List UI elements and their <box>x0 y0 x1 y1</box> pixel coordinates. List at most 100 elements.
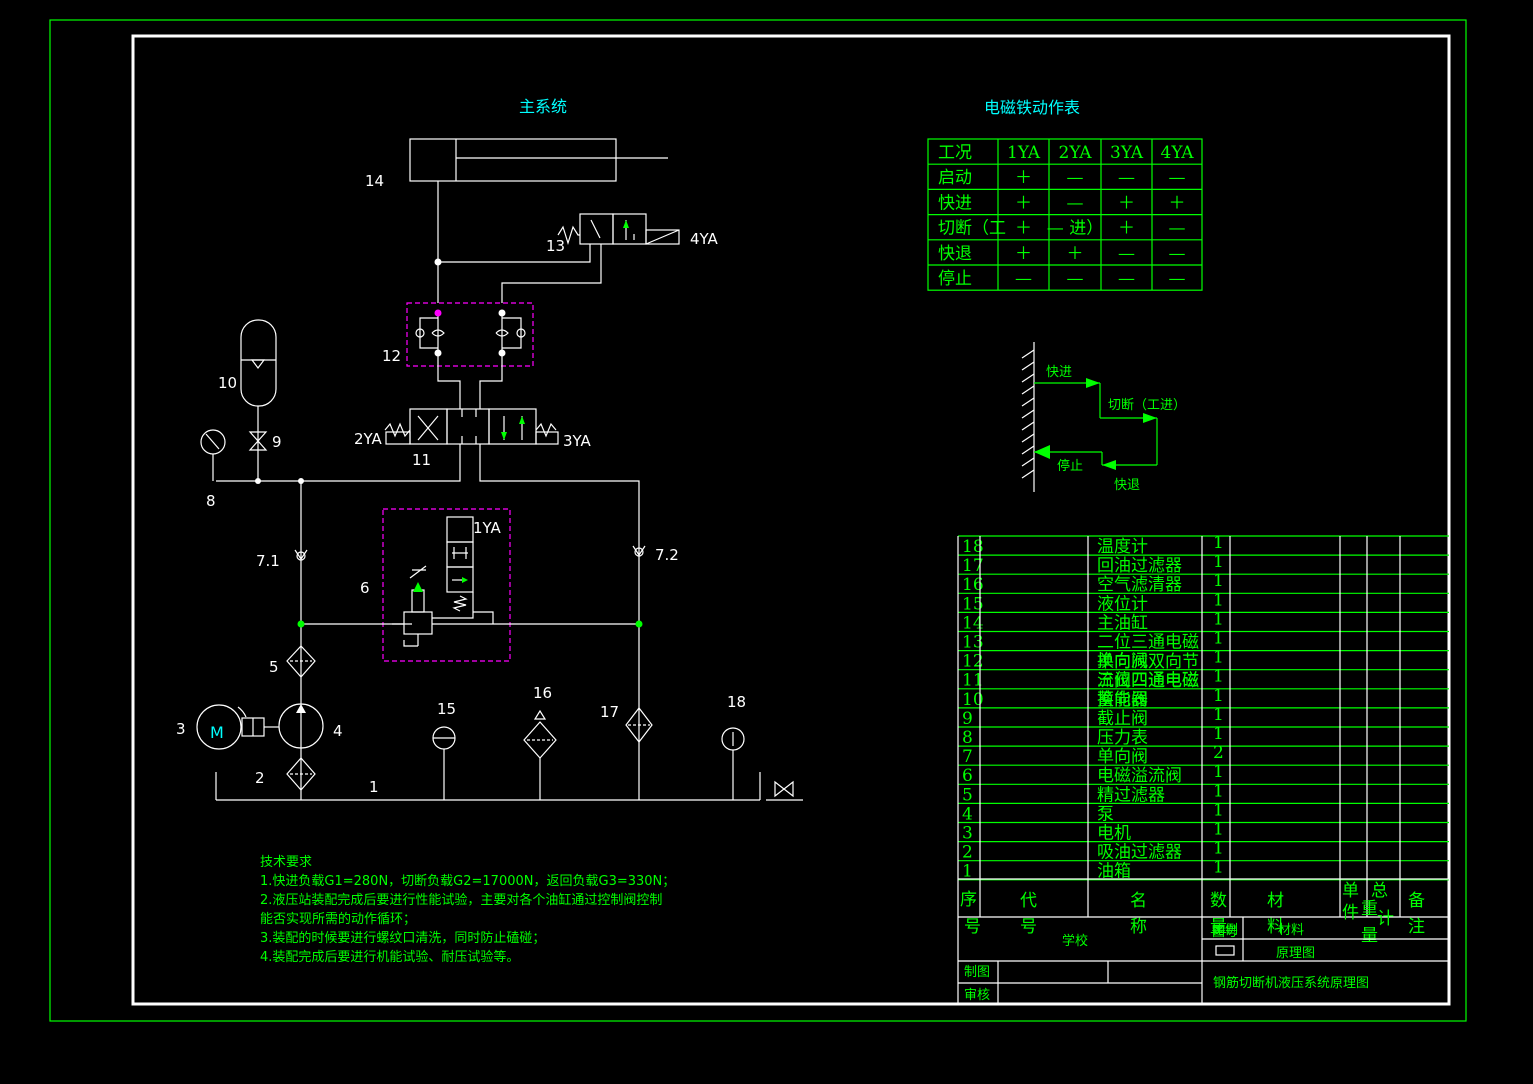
part-name: 截止阀 <box>1097 709 1148 729</box>
pressure-gauge <box>200 429 226 481</box>
thermometer <box>721 727 745 800</box>
tech-req-line-5: 4.装配完成后要进行机能试验、耐压试验等。 <box>260 949 519 965</box>
motor-symbol: M <box>210 723 224 742</box>
tech-req-line-1: 1.快进负载G1=280N，切断负载G2=17000N，返回负载G3=330N； <box>260 874 675 889</box>
solenoid-cell: ＋ <box>1067 244 1084 264</box>
solenoid-header-cell: 4YA <box>1161 143 1195 163</box>
hdr-remark2: 注 <box>1408 917 1425 937</box>
part-name: 精过滤器 <box>1097 785 1165 805</box>
part-name: 液位计 <box>1097 594 1148 614</box>
solenoid-cell: — <box>1067 168 1084 188</box>
part-qty: 1 <box>1213 533 1224 553</box>
hdr-code: 代 <box>1020 891 1037 911</box>
label-13: 13 <box>546 237 565 255</box>
part-name: 温度计 <box>1097 537 1148 557</box>
part-qty: 1 <box>1213 571 1224 591</box>
hydraulic-schematic-drawing: 主系统 14 13 4YA 12 2YA 11 3YA 10 9 8 7.1 7… <box>49 19 1467 1022</box>
part-qty: 1 <box>1213 800 1224 820</box>
solenoid-header-cell: 工况 <box>938 143 972 163</box>
material-label: 材料 <box>1278 923 1304 938</box>
hdr-seq: 序 <box>960 890 977 910</box>
solenoid-cell: ＋ <box>1015 193 1032 213</box>
part-qty: 1 <box>1213 552 1224 572</box>
accumulator <box>240 319 277 481</box>
solenoid-cell: — <box>1067 269 1084 289</box>
drawing-type: 原理图 <box>1276 946 1315 961</box>
part-name: 空气滤清器 <box>1097 575 1182 595</box>
hdr-mat: 材 <box>1267 891 1284 911</box>
drawn-label: 制图 <box>964 965 990 980</box>
part-qty: 1 <box>1213 724 1224 744</box>
label-7-1: 7.1 <box>256 552 280 570</box>
label-15: 15 <box>437 700 456 718</box>
drain-valve <box>759 772 803 801</box>
part-no: 2 <box>962 843 973 863</box>
tech-req-title: 技术要求 <box>260 855 312 870</box>
part-qty: 1 <box>1213 705 1224 725</box>
label-1: 1 <box>369 778 379 796</box>
solenoid-cell: 停止 <box>938 269 972 289</box>
part-name: 泵 <box>1097 804 1114 824</box>
part-qty: 1 <box>1213 629 1224 649</box>
hdr-qty: 数 <box>1210 891 1227 911</box>
label-4: 4 <box>333 722 343 740</box>
cycle-stop: 停止 <box>1057 458 1083 474</box>
drawing-title: 钢筋切断机液压系统原理图 <box>1213 975 1369 991</box>
three-position-four-way-valve <box>384 408 559 445</box>
label-10: 10 <box>218 374 237 392</box>
solenoid-cell: ＋ <box>1015 244 1032 264</box>
solenoid-cell: 切断（工 <box>938 219 1006 239</box>
hdr-name2: 称 <box>1130 917 1147 937</box>
solenoid-cell: — <box>1169 269 1186 289</box>
solenoid-header-cell: 3YA <box>1110 143 1144 163</box>
outer-frame <box>49 19 1467 1022</box>
two-position-three-way-valve <box>557 213 680 246</box>
label-16: 16 <box>533 684 552 702</box>
main-cylinder <box>409 138 668 182</box>
hdr-code2: 号 <box>1020 917 1037 937</box>
solenoid-cell: — 进） <box>1047 219 1103 239</box>
part-no: 8 <box>962 728 973 748</box>
air-filter <box>523 709 557 800</box>
cycle-fast-forward: 快进 <box>1046 365 1072 380</box>
parts-overlap-3: 换向阀 <box>1097 690 1148 710</box>
solenoid-action-table: 工况 1YA 2YA 3YA 4YA 启动 ＋ — — — 快进 ＋ — ＋ ＋ 切断（工 ＋ — 进） ＋ — 快退 ＋… <box>927 138 1203 291</box>
part-qty: 1 <box>1213 858 1224 878</box>
hdr-total3: 计 <box>1377 909 1394 929</box>
school-label: 学校 <box>1062 933 1088 949</box>
throttle-check-valve-block <box>406 302 534 367</box>
label-17: 17 <box>600 703 619 721</box>
pump <box>264 703 324 749</box>
solenoid-cell: ＋ <box>1015 168 1032 188</box>
solenoid-table-title: 电磁铁动作表 <box>984 98 1080 117</box>
solenoid-header-cell: 1YA <box>1007 143 1041 163</box>
parts-overlap-2: 流阀四通电磁 <box>1097 671 1199 691</box>
cycle-fast-return: 快退 <box>1114 478 1140 493</box>
label-5: 5 <box>269 658 279 676</box>
solenoid-cell: — <box>1169 168 1186 188</box>
solenoid-cell: ＋ <box>1015 219 1032 239</box>
part-qty: 1 <box>1213 762 1224 782</box>
label-8: 8 <box>206 492 216 510</box>
label-11: 11 <box>412 451 431 469</box>
label-3ya: 3YA <box>563 432 592 450</box>
hdr-total: 总 <box>1371 881 1388 901</box>
cylinder-lines <box>437 181 602 303</box>
hdr-unit: 单 <box>1342 881 1359 901</box>
label-6: 6 <box>360 579 370 597</box>
solenoid-cell: 快退 <box>938 244 972 264</box>
solenoid-cell: ＋ <box>1118 219 1135 239</box>
part-qty: 1 <box>1213 667 1224 687</box>
label-3: 3 <box>176 720 186 738</box>
part-name: 回油过滤器 <box>1097 556 1182 576</box>
part-no: 5 <box>962 785 973 805</box>
hdr-remark: 备 <box>1408 891 1425 911</box>
hdr-seq2: 号 <box>964 917 981 937</box>
part-qty: 1 <box>1213 820 1224 840</box>
ratio-label: 图号 <box>1212 925 1238 940</box>
part-qty: 1 <box>1213 590 1224 610</box>
label-12: 12 <box>382 347 401 365</box>
solenoid-cell: 快进 <box>938 193 972 213</box>
label-7-2: 7.2 <box>655 546 679 564</box>
tech-req-line-2: 2.液压站装配完成后要进行性能试验，主要对各个油缸通过控制阀控制 <box>260 892 662 908</box>
